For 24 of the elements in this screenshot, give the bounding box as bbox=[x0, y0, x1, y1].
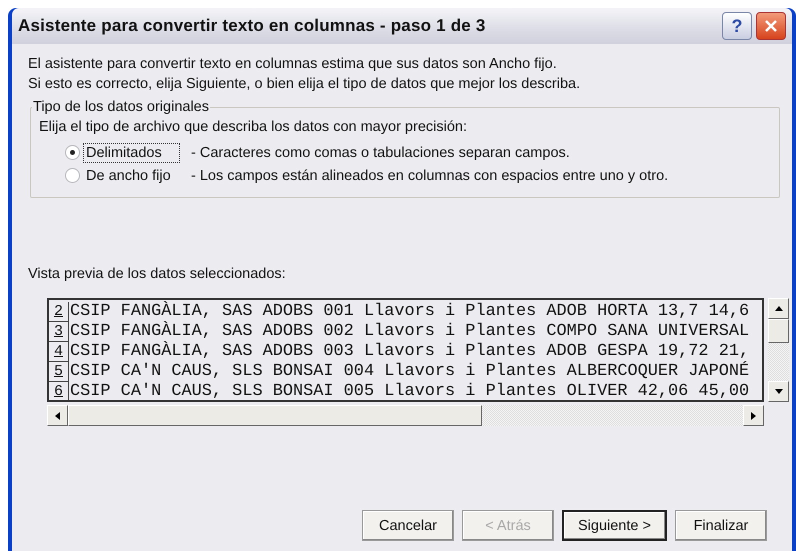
window-title: Asistente para convertir texto en columnas - paso 1 de 3 bbox=[18, 16, 487, 36]
row-number: 6 bbox=[49, 382, 69, 400]
row-number: 5 bbox=[49, 362, 69, 382]
row-text: CSIP FANGÀLIA, SAS ADOBS 002 Llavors i Plantes COMPO SANA UNIVERSAL bbox=[70, 322, 750, 341]
row-number: 2 bbox=[49, 302, 69, 322]
radio-label[interactable]: De ancho fijo bbox=[84, 166, 179, 184]
group-legend: Tipo de los datos originales bbox=[32, 99, 210, 115]
radio-label[interactable]: Delimitados bbox=[84, 144, 179, 162]
row-text: CSIP FANGÀLIA, SAS ADOBS 001 Llavors i Plantes ADOB HORTA 13,7 14,6 bbox=[70, 302, 750, 321]
preview-label: Vista previa de los datos seleccionados: bbox=[28, 265, 287, 284]
row-text: CSIP CA'N CAUS, SLS BONSAI 005 Llavors i Plantes OLIVER 42,06 45,00 bbox=[70, 382, 750, 400]
row-text: CSIP CA'N CAUS, SLS BONSAI 004 Llavors i Plantes ALBERCOQUER JAPONÉ bbox=[70, 362, 750, 382]
dialog-button[interactable]: Cancelar bbox=[362, 510, 454, 541]
group-prompt: Elija el tipo de archivo que describa los datos con mayor precisión: bbox=[39, 118, 468, 137]
row-text: CSIP FANGÀLIA, SAS ADOBS 003 Llavors i Plantes ADOB GESPA 19,72 21, bbox=[70, 342, 750, 361]
option-description: - Caracteres como comas o tabulaciones separan campos. bbox=[191, 144, 570, 160]
option-description: - Los campos están alineados en columnas con espacios entre uno y otro. bbox=[191, 168, 668, 184]
row-number: 3 bbox=[49, 322, 69, 342]
row-number: 4 bbox=[49, 342, 69, 362]
intro-text: El asistente para convertir texto en columnas estima que sus datos son Ancho fijo. bbox=[28, 55, 558, 74]
dialog-button[interactable]: Siguiente > bbox=[562, 510, 667, 541]
dialog-button[interactable]: Finalizar bbox=[674, 510, 767, 541]
help-button[interactable]: ? bbox=[722, 12, 752, 40]
intro-text: Si esto es correcto, elija Siguiente, o bien elija el tipo de datos que mejor los describa. bbox=[28, 75, 582, 94]
